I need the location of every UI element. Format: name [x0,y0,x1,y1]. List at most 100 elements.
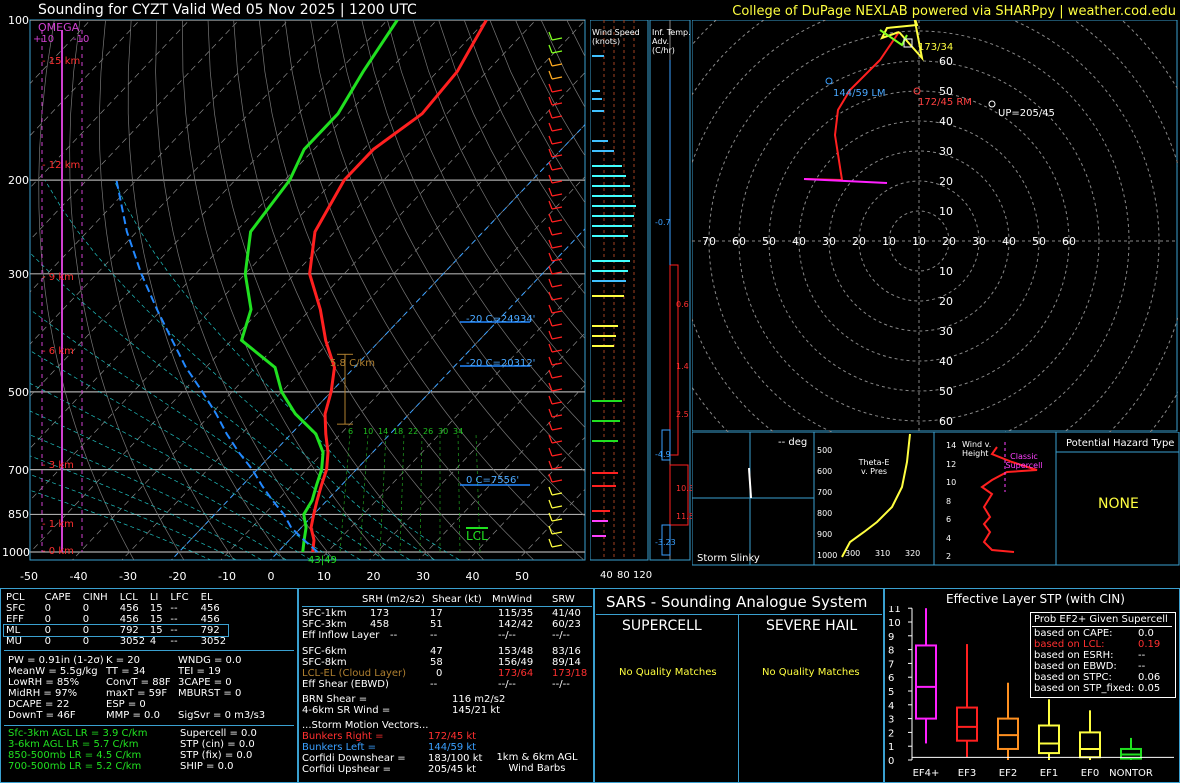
kinematic-row: 17 [430,608,443,619]
wind-speed-tick-120: 120 [633,570,653,581]
lapse-rate: 3-6km AGL LR = 5.7 C/km [8,739,139,750]
slinky-title: Storm Slinky [697,553,760,564]
parcel-cell: 15 [149,603,163,614]
sars-supercell-title: SUPERCELL [622,618,702,634]
kinematic-row: 173/64 [498,668,534,679]
hazard-value: NONE [1098,496,1139,512]
svg-text:10: 10 [939,205,953,218]
stp-category-label: EF3 [958,768,976,779]
height-label-0: - 15 km [42,56,81,68]
index-value: SigSvr = 0 m3/s3 [178,710,266,721]
inf-temp-title: Inf. Temp. Adv. (C/hr) [652,28,691,55]
kinematic-row: SFC-6km [302,646,347,657]
parcel-cell: 0 [44,625,51,636]
mix-tick-18: 18 [393,427,404,436]
temp-tick-1: -40 [69,570,88,583]
sars-hail-title: SEVERE HAIL [766,618,858,634]
mix-tick-10: 10 [363,427,374,436]
sars-supercell-value: No Quality Matches [619,667,717,678]
parcel-cell: 0 [44,636,51,647]
composite-index: SHIP = 0.0 [180,761,234,772]
svg-text:7: 7 [888,659,894,670]
kinematic-row: --/-- [552,679,570,690]
omega-tick-neg: -10 [73,34,90,45]
parcel-cell: -- [170,625,178,636]
temp-tick-4: -10 [218,570,236,583]
inf-temp-value-2: 1.4 [676,362,689,371]
stp-box-ef1 [1038,724,1060,755]
hodo-up-label: UP=205/45 [998,108,1055,119]
index-value: MMP = 0.0 [106,710,160,721]
isotherm-label-1: -20 C=24934' [466,314,536,325]
svg-text:50: 50 [1032,235,1046,248]
wind-height-tick-6: 6 [946,515,952,524]
parcel-header-li: LI [149,592,159,603]
stp-box-ef2 [997,717,1019,750]
svg-text:10: 10 [912,235,926,248]
svg-text:0: 0 [888,756,894,767]
credit-text: College of DuPage NEXLAB powered via SHA… [732,4,1176,19]
temp-tick-5: 0 [267,570,275,583]
svg-text:60: 60 [1062,235,1076,248]
pressure-tick-300: 300 [8,267,29,281]
storm-motion-row: 183/100 kt [428,753,483,764]
parcel-header-pcl: PCL [6,592,25,603]
parcel-table: PCL CAPE CINH LCL LI LFC EL SFC 0 0 456 15 -- 456 EFF… [2,592,230,647]
parcel-cell: -- [170,636,178,647]
parcel-cell: 456 [119,614,139,625]
svg-text:20: 20 [942,235,956,248]
prob-row-value: 0.19 [1138,639,1161,650]
kinematic-row: SFC-1km [302,608,347,619]
inf-temp-value-3: 2.5 [676,410,689,419]
hodograph: 70 60 50 40 30 20 10 10 20 30 40 50 6060605050404030… [692,20,1178,432]
svg-text:30: 30 [822,235,836,248]
storm-motion-row: Corfidi Upshear = [302,764,391,775]
prob-row-label: based on STPC: [1034,672,1112,683]
svg-text:6: 6 [888,673,894,684]
kinematic-row: LCL-EL (Cloud Layer) [302,668,407,679]
index-value: LowRH = 85% [8,677,80,688]
kinematic-row: 153/48 [498,646,534,657]
parcel-header-lcl: LCL [119,592,138,603]
kinematic-row: -- [390,630,398,641]
lapse-rate-label: 5.8 C/km [330,358,375,369]
index-value: ConvT = 88F [106,677,171,688]
pressure-tick-200: 200 [8,174,29,188]
storm-motion-row: 205/45 kt [428,764,477,775]
temp-tick-10: 50 [515,570,529,583]
theta-xtick-310: 310 [875,549,891,558]
pressure-tick-500: 500 [8,385,29,399]
svg-text:60: 60 [939,55,953,68]
svg-text:3: 3 [888,715,894,726]
svg-text:60: 60 [939,415,953,428]
isotherm-label-2: -20 C=20312' [466,358,536,369]
parcel-header-lfc: LFC [170,592,189,603]
storm-motion-title: ...Storm Motion Vectors... [302,720,429,731]
parcel-cell: 0 [82,636,90,647]
parcel-cell: 0 [44,603,51,614]
kinematic-row: 89/14 [552,657,581,668]
wind-height-tick-4: 4 [946,533,952,543]
isotherm-label-3: 0 C=7556' [466,475,520,486]
prob-row-value: 0.06 [1138,672,1161,683]
parcel-row: EFF 0 0 456 15 -- 456 [4,614,228,625]
stp-box-ef0 [1079,731,1101,759]
kinematic-row: Eff Shear (EBWD) [302,679,389,690]
parcel-cell: 3052 [200,636,227,647]
svg-text:11: 11 [888,606,901,615]
inf-temp-value-0: -0.7 [655,218,671,227]
parcel-cell: 3052 [119,636,146,647]
index-value: K = 20 [106,655,141,666]
pressure-tick-1000: 1000 [2,546,30,559]
height-label-3: - 6 km [42,345,74,357]
svg-text:40: 40 [792,235,806,248]
svg-text:30: 30 [939,145,953,158]
temp-tick-8: 30 [416,570,430,583]
omega-tick-pos: +10 [33,34,55,45]
stp-title: Effective Layer STP (with CIN) [946,592,1125,606]
parcel-cell: -- [170,614,178,625]
prob-box-title: Prob EF2+ Given Supercell [1034,614,1168,625]
kinematic-row: 142/42 [498,619,534,630]
svg-text:10: 10 [882,235,896,248]
height-label-5: - 1 km [42,519,74,531]
